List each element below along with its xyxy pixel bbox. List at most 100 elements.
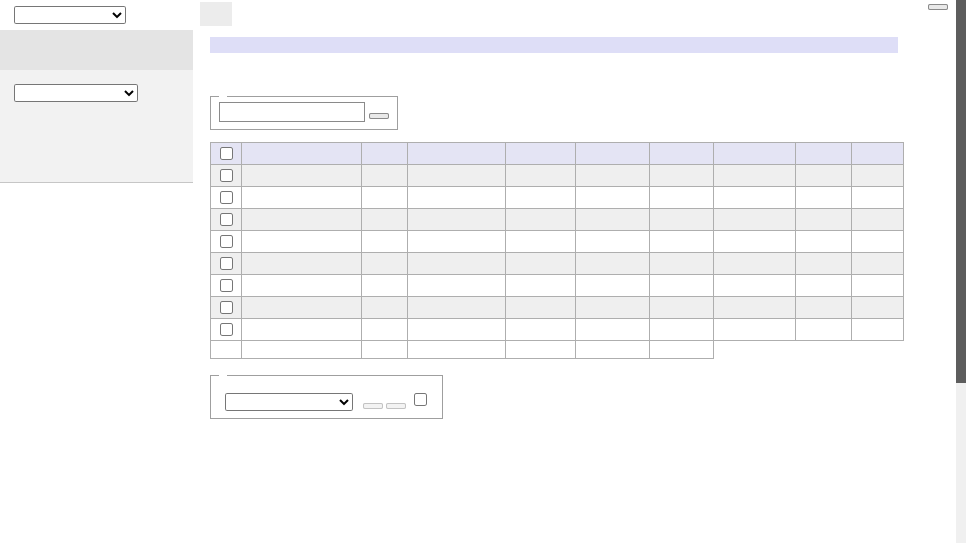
- rows-count-cell: [796, 275, 852, 297]
- db-selector-row: [0, 70, 193, 106]
- page-title: [210, 37, 898, 53]
- engine-cell: [362, 209, 408, 231]
- move-database-select[interactable]: [225, 393, 353, 411]
- data-free-cell: [650, 187, 714, 209]
- tables-overview-table: [210, 142, 904, 359]
- row-checkbox-cell: [211, 187, 242, 209]
- row-checkbox[interactable]: [220, 257, 233, 270]
- row-checkbox-cell: [211, 209, 242, 231]
- create-links-row: [210, 434, 946, 449]
- index-length-cell: [576, 275, 650, 297]
- total-index-length-cell: [576, 341, 650, 359]
- rows-count-cell: [796, 209, 852, 231]
- data-length-cell: [506, 165, 576, 187]
- table-row: [211, 209, 904, 231]
- engine-cell: [362, 165, 408, 187]
- tables-table-foot: [211, 341, 904, 359]
- scrollbar-thumb[interactable]: [956, 0, 966, 383]
- collation-cell: [408, 165, 506, 187]
- auto-increment-cell: [714, 253, 796, 275]
- collation-cell: [408, 319, 506, 341]
- index-length-cell: [576, 319, 650, 341]
- search-fieldset: [210, 96, 398, 130]
- comment-cell: [852, 253, 904, 275]
- database-action-links: [210, 66, 946, 81]
- rows-count-cell: [796, 231, 852, 253]
- row-checkbox-cell: [211, 165, 242, 187]
- data-free-cell: [650, 165, 714, 187]
- row-checkbox-cell: [211, 231, 242, 253]
- tables-table-body: [211, 165, 904, 341]
- row-checkbox-cell: [211, 253, 242, 275]
- column-header: [408, 143, 506, 165]
- row-checkbox[interactable]: [220, 279, 233, 292]
- table-name-cell: [242, 297, 362, 319]
- row-checkbox-cell: [211, 297, 242, 319]
- row-checkbox-cell: [211, 319, 242, 341]
- index-length-cell: [576, 187, 650, 209]
- column-header: [506, 143, 576, 165]
- table-name-cell: [242, 319, 362, 341]
- sidebar: [0, 0, 200, 183]
- collation-cell: [408, 209, 506, 231]
- comment-cell: [852, 297, 904, 319]
- comment-cell: [852, 165, 904, 187]
- table-row: [211, 319, 904, 341]
- data-free-cell: [650, 297, 714, 319]
- row-checkbox[interactable]: [220, 191, 233, 204]
- table-name-cell: [242, 275, 362, 297]
- data-free-cell: [650, 253, 714, 275]
- data-length-cell: [506, 187, 576, 209]
- index-length-cell: [576, 253, 650, 275]
- select-all-checkbox[interactable]: [220, 147, 233, 160]
- overwrite-checkbox[interactable]: [414, 393, 427, 406]
- auto-increment-cell: [714, 165, 796, 187]
- engine-cell: [362, 187, 408, 209]
- row-checkbox-cell: [211, 275, 242, 297]
- adminer-logo: [0, 30, 193, 70]
- move-button[interactable]: [363, 403, 383, 409]
- row-checkbox[interactable]: [220, 169, 233, 182]
- comment-cell: [852, 319, 904, 341]
- table-row: [211, 297, 904, 319]
- engine-cell: [362, 297, 408, 319]
- table-name-cell: [242, 253, 362, 275]
- table-row: [211, 187, 904, 209]
- comment-cell: [852, 187, 904, 209]
- row-checkbox[interactable]: [220, 301, 233, 314]
- engine-cell: [362, 319, 408, 341]
- row-checkbox[interactable]: [220, 323, 233, 336]
- row-checkbox[interactable]: [220, 235, 233, 248]
- index-length-cell: [576, 231, 650, 253]
- page-layout: [0, 0, 956, 543]
- auto-increment-cell: [714, 231, 796, 253]
- search-button[interactable]: [369, 113, 389, 119]
- comment-cell: [852, 275, 904, 297]
- language-select[interactable]: [14, 6, 126, 24]
- row-checkbox[interactable]: [220, 213, 233, 226]
- copy-button[interactable]: [386, 403, 406, 409]
- auto-increment-cell: [714, 275, 796, 297]
- search-input[interactable]: [219, 102, 365, 122]
- collation-cell: [408, 253, 506, 275]
- auto-increment-cell: [714, 319, 796, 341]
- index-length-cell: [576, 209, 650, 231]
- total-collation-cell: [408, 341, 506, 359]
- table-row: [211, 231, 904, 253]
- collation-cell: [408, 275, 506, 297]
- total-checkbox-cell: [211, 341, 242, 359]
- collation-cell: [408, 231, 506, 253]
- logout-button[interactable]: [928, 4, 948, 10]
- total-row: [211, 341, 904, 359]
- table-name-cell: [242, 231, 362, 253]
- rows-count-cell: [796, 187, 852, 209]
- comment-cell: [852, 231, 904, 253]
- total-label-cell: [242, 341, 362, 359]
- total-engine-cell: [362, 341, 408, 359]
- db-select[interactable]: [14, 84, 138, 102]
- table-row: [211, 253, 904, 275]
- total-empty-cell: [714, 341, 904, 359]
- routine-links-row: [210, 464, 946, 479]
- data-free-cell: [650, 319, 714, 341]
- vertical-scrollbar[interactable]: [956, 0, 966, 543]
